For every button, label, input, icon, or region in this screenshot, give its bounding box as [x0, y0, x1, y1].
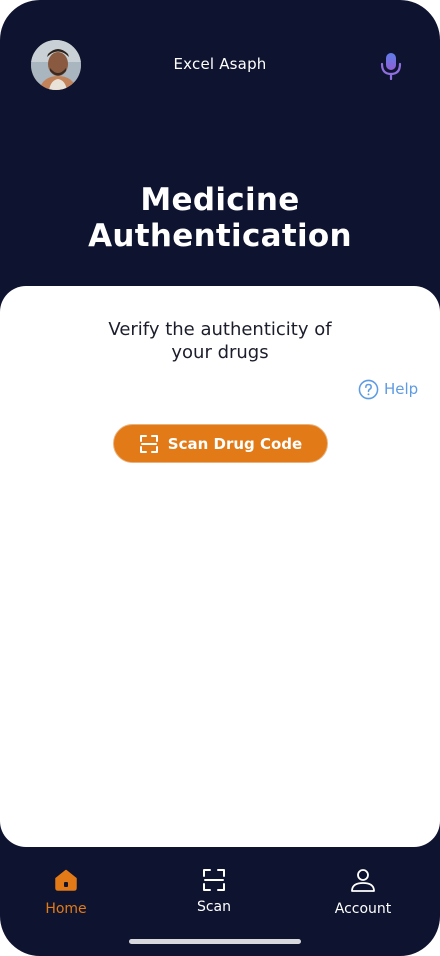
help-link[interactable]: Help — [358, 378, 418, 400]
scan-frame-icon — [203, 869, 225, 891]
scan-frame-icon — [139, 434, 158, 453]
page-title: Medicine Authentication — [0, 182, 440, 254]
page-title-line1: Medicine — [140, 182, 300, 218]
page-title-line2: Authentication — [88, 218, 352, 254]
nav-label-home: Home — [45, 901, 87, 917]
question-circle-icon — [358, 379, 379, 399]
home-indicator[interactable] — [129, 939, 301, 944]
microphone-icon[interactable] — [378, 52, 404, 81]
help-label: Help — [384, 380, 419, 398]
user-icon — [351, 869, 375, 892]
verify-description: Verify the authenticity of your drugs — [60, 318, 380, 364]
verify-line1: Verify the authenticity of — [108, 319, 332, 340]
nav-item-home[interactable]: Home — [21, 867, 111, 917]
nav-label-account: Account — [334, 901, 392, 917]
app-screen: Excel Asaph Medicine Authentication Veri… — [0, 0, 440, 956]
home-icon — [55, 869, 77, 891]
verify-line2: your drugs — [171, 342, 269, 363]
nav-item-account[interactable]: Account — [318, 867, 408, 917]
bottom-nav: Home Scan Account — [0, 847, 440, 956]
scan-drug-code-button[interactable]: Scan Drug Code — [113, 424, 328, 463]
user-name: Excel Asaph — [173, 55, 267, 73]
scan-button-label: Scan Drug Code — [167, 434, 303, 453]
nav-item-scan[interactable]: Scan — [169, 867, 259, 915]
main-card: Verify the authenticity of your drugs He… — [0, 286, 440, 847]
nav-label-scan: Scan — [196, 899, 232, 915]
